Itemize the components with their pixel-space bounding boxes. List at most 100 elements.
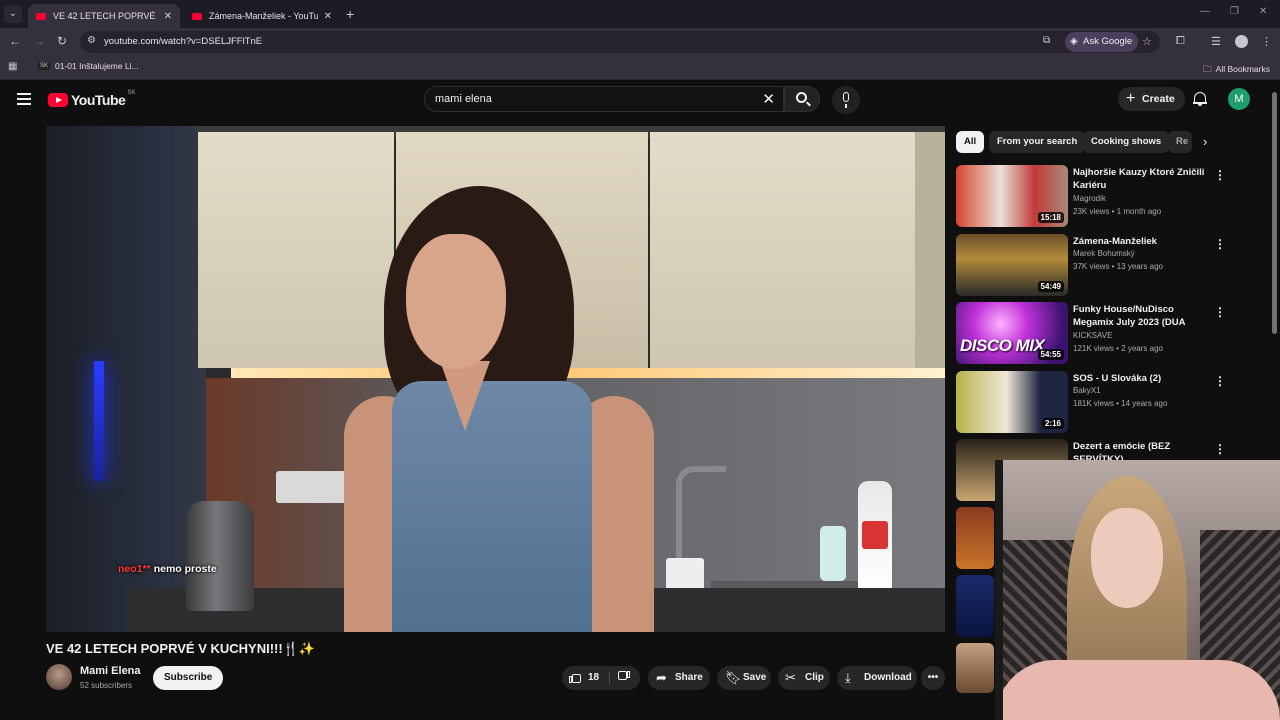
tab-close-icon[interactable]: ✕ <box>324 11 332 22</box>
duration-badge: 2:16 <box>1041 418 1064 429</box>
youtube-logo[interactable]: YouTube SK <box>48 90 135 108</box>
all-bookmarks-button[interactable]: 🗀 All Bookmarks <box>1203 62 1270 78</box>
video-thumbnail[interactable]: 15:18 <box>956 165 1068 227</box>
notifications-bell-icon[interactable] <box>1193 91 1207 106</box>
more-options-icon[interactable]: ⋮ <box>1214 374 1226 388</box>
browser-tab-active[interactable]: VE 42 LETECH POPRVÉ V KUCHYNI ✕ <box>28 4 180 28</box>
url-text[interactable]: youtube.com/watch?v=DSELJFFlTnE <box>104 36 262 47</box>
bookmark-label: 01-01 Inštalujeme Li... <box>55 61 139 71</box>
recommendation-item[interactable]: DISCO MIX 54:55 Funky House/NuDisco Mega… <box>956 302 1236 364</box>
like-icon[interactable] <box>569 671 581 683</box>
chevron-right-icon[interactable]: › <box>1203 134 1207 149</box>
video-thumbnail[interactable] <box>956 575 994 637</box>
hamburger-menu-icon[interactable] <box>17 93 31 105</box>
share-button[interactable]: ➦ Share <box>648 666 710 690</box>
chat-overlay: neo1** nemo proste <box>118 563 217 575</box>
recommendation-channel[interactable]: BakyX1 <box>1073 386 1101 395</box>
browser-profile-avatar[interactable] <box>1235 35 1248 48</box>
page-scrollbar[interactable] <box>1272 92 1277 334</box>
clear-search-icon[interactable]: ✕ <box>762 90 775 108</box>
recommendation-channel[interactable]: KICKSAVE <box>1073 331 1112 340</box>
duration-badge: 54:49 <box>1037 281 1064 292</box>
bookmark-star-icon[interactable]: ☆ <box>1142 35 1152 48</box>
account-avatar[interactable]: M <box>1228 88 1250 110</box>
omnibox[interactable]: ⚙ youtube.com/watch?v=DSELJFFlTnE ⧉ <box>80 31 1160 53</box>
clip-button[interactable]: ✂ Clip <box>778 666 830 690</box>
more-options-icon[interactable]: ⋮ <box>1214 305 1226 319</box>
channel-avatar[interactable] <box>46 664 72 690</box>
reload-icon[interactable]: ↻ <box>57 34 67 48</box>
recommendation-title[interactable]: Zámena-Manželiek <box>1073 235 1205 248</box>
like-divider <box>609 671 610 685</box>
recommendation-channel[interactable]: Magrodik <box>1073 194 1106 203</box>
chip-all[interactable]: All <box>956 131 985 153</box>
chat-text: nemo proste <box>153 563 217 575</box>
video-thumbnail[interactable]: 2:16 <box>956 371 1068 433</box>
share-icon: ➦ <box>656 670 667 685</box>
apps-grid-icon[interactable]: ▦ <box>8 61 17 72</box>
bookmark-icon: 🔖︎ <box>725 670 742 685</box>
channel-name[interactable]: Mami Elena <box>80 665 141 677</box>
restore-icon[interactable]: ❐ <box>1230 6 1239 17</box>
minimize-icon[interactable]: — <box>1200 6 1210 17</box>
microphone-icon <box>843 92 849 108</box>
back-icon[interactable]: ← <box>9 34 21 48</box>
more-actions-icon[interactable]: ••• <box>921 666 945 690</box>
video-thumbnail[interactable] <box>956 643 994 693</box>
forward-icon[interactable]: → <box>33 34 45 48</box>
video-scene-kettle <box>186 501 254 611</box>
install-app-icon[interactable]: ⧉ <box>1043 35 1050 46</box>
tab-close-icon[interactable]: ✕ <box>164 11 172 22</box>
recommendation-title[interactable]: Funky House/NuDisco Megamix July 2023 (D… <box>1073 303 1205 329</box>
recommendation-item[interactable]: 15:18 Najhoršie Kauzy Ktoré Zničili Kari… <box>956 165 1236 227</box>
folder-icon: 🗀 <box>1202 64 1212 74</box>
chip-cooking-shows[interactable]: Cooking shows <box>1083 131 1170 153</box>
subscribe-button[interactable]: Subscribe <box>153 666 224 690</box>
more-options-icon[interactable]: ⋮ <box>1214 168 1226 182</box>
video-thumbnail[interactable]: 54:49 <box>956 234 1068 296</box>
create-button[interactable]: + Create <box>1118 87 1185 111</box>
webcam-overlay <box>995 460 1280 720</box>
tab-search-chevron-icon[interactable]: ⌄ <box>4 5 22 23</box>
dislike-icon[interactable] <box>618 671 630 683</box>
save-button[interactable]: 🔖︎ Save <box>717 666 771 690</box>
download-label: Download <box>864 672 912 683</box>
voice-search-button[interactable] <box>832 86 860 114</box>
bookmark-item[interactable]: SK 01-01 Inštalujeme Li... <box>38 61 139 71</box>
duration-badge: 15:18 <box>1037 212 1064 223</box>
video-scene-light <box>94 361 104 481</box>
recommendation-title[interactable]: SOS - U Slováka (2) <box>1073 372 1205 385</box>
chip-related[interactable]: Re <box>1168 131 1192 153</box>
window-close-icon[interactable]: ✕ <box>1259 6 1267 17</box>
new-tab-icon[interactable]: + <box>346 6 354 22</box>
more-options-icon[interactable]: ⋮ <box>1214 442 1226 456</box>
chat-username: neo1** <box>118 563 151 575</box>
ask-google-button[interactable]: ◈ Ask Google <box>1065 32 1139 52</box>
reading-list-icon[interactable]: ☰ <box>1211 35 1221 48</box>
like-count[interactable]: 18 <box>588 666 599 690</box>
search-button[interactable] <box>784 86 820 112</box>
recommendation-item[interactable]: 54:49 Zámena-Manželiek Marek Bohumský 37… <box>956 234 1236 296</box>
recommendation-meta: 181K views • 14 years ago <box>1073 399 1168 408</box>
browser-menu-icon[interactable]: ⋮ <box>1261 35 1272 48</box>
video-thumbnail[interactable] <box>956 507 994 569</box>
download-button[interactable]: ⤓ Download <box>837 666 917 690</box>
search-input[interactable]: mami elena ✕ <box>424 86 784 112</box>
browser-tab[interactable]: Zámena-Manželiek - YouTube ✕ <box>184 4 340 28</box>
video-thumbnail[interactable]: DISCO MIX 54:55 <box>956 302 1068 364</box>
recommendation-item[interactable]: 2:16 SOS - U Slováka (2) BakyX1 181K vie… <box>956 371 1236 433</box>
youtube-favicon-icon <box>36 12 46 20</box>
recommendation-channel[interactable]: Marek Bohumský <box>1073 249 1135 258</box>
video-scene-cabinet <box>650 132 915 368</box>
all-bookmarks-label: All Bookmarks <box>1215 64 1270 74</box>
video-title: VE 42 LETECH POPRVÉ V KUCHYNI!!!🍴✨ <box>46 641 316 656</box>
google-lens-icon: ◈ <box>1070 36 1078 47</box>
video-player[interactable]: neo1** nemo proste <box>46 126 945 632</box>
chip-from-your-search[interactable]: From your search <box>989 131 1086 153</box>
more-options-icon[interactable]: ⋮ <box>1214 237 1226 251</box>
site-info-icon[interactable]: ⚙ <box>87 35 96 46</box>
extensions-icon[interactable]: ⧠ <box>1176 35 1185 48</box>
bookmark-favicon: SK <box>38 62 51 70</box>
recommendation-title[interactable]: Najhoršie Kauzy Ktoré Zničili Kariéru <box>1073 166 1205 192</box>
video-scene-soap <box>820 526 846 581</box>
